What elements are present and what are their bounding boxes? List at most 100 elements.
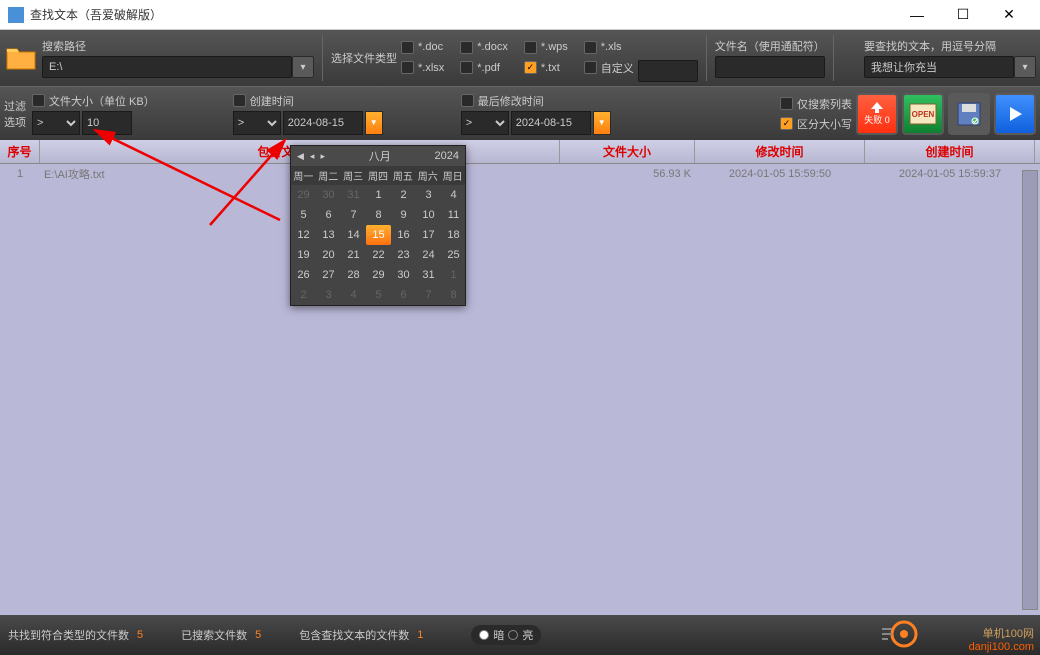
cal-day[interactable]: 5: [366, 285, 391, 305]
watermark: 单机100网 danji100.com: [969, 625, 1034, 653]
cal-prev-month-icon[interactable]: ◂: [310, 151, 315, 162]
cal-day[interactable]: 17: [416, 225, 441, 245]
play-button[interactable]: [994, 93, 1036, 135]
cal-day[interactable]: 6: [391, 285, 416, 305]
radio-light[interactable]: [508, 630, 518, 640]
path-input[interactable]: [42, 56, 292, 78]
checkbox-only-list[interactable]: [780, 97, 793, 110]
filter-label: 过滤选项: [4, 98, 28, 130]
search-text-input[interactable]: [864, 56, 1014, 78]
mtime-compare-select[interactable]: >: [461, 111, 509, 135]
cal-day[interactable]: 25: [441, 245, 466, 265]
cal-weekday: 周一: [291, 166, 316, 185]
fail-button[interactable]: 失败 0: [856, 93, 898, 135]
col-ctime[interactable]: 创建时间: [865, 140, 1035, 163]
calendar-popup[interactable]: ◀ ◂ ▸ 八月 2024 周一周二周三周四周五周六周日 29303112345…: [290, 145, 466, 306]
mtime-date-input[interactable]: [511, 111, 591, 135]
contain-count: 1: [417, 629, 423, 641]
search-text-dropdown[interactable]: ▾: [1014, 56, 1036, 78]
cal-day[interactable]: 30: [391, 265, 416, 285]
cal-day[interactable]: 19: [291, 245, 316, 265]
checkbox-wps[interactable]: [524, 41, 537, 54]
cal-day[interactable]: 2: [391, 185, 416, 205]
close-button[interactable]: ✕: [986, 0, 1032, 30]
checkbox-ctime-filter[interactable]: [233, 94, 246, 107]
table-header: 序号 包含文本的文件 文件大小 修改时间 创建时间: [0, 140, 1040, 164]
cal-day[interactable]: 26: [291, 265, 316, 285]
checkbox-custom[interactable]: [584, 61, 597, 74]
cal-day[interactable]: 3: [416, 185, 441, 205]
col-mtime[interactable]: 修改时间: [695, 140, 865, 163]
cal-day[interactable]: 21: [341, 245, 366, 265]
save-button[interactable]: [948, 93, 990, 135]
theme-toggle[interactable]: 暗 亮: [471, 625, 541, 645]
cal-next-month-icon[interactable]: ▸: [320, 151, 325, 162]
cal-day[interactable]: 30: [316, 185, 341, 205]
open-button[interactable]: OPEN: [902, 93, 944, 135]
cal-day[interactable]: 6: [316, 205, 341, 225]
cal-day[interactable]: 8: [441, 285, 466, 305]
filetype-label: 选择文件类型: [331, 50, 397, 66]
ctime-date-picker-button[interactable]: ▼: [365, 111, 383, 135]
checkbox-txt[interactable]: [524, 61, 537, 74]
checkbox-pdf[interactable]: [460, 61, 473, 74]
cal-day[interactable]: 11: [441, 205, 466, 225]
cal-day[interactable]: 8: [366, 205, 391, 225]
cal-day[interactable]: 29: [291, 185, 316, 205]
cal-day[interactable]: 29: [366, 265, 391, 285]
folder-icon[interactable]: [4, 41, 38, 75]
cal-day[interactable]: 28: [341, 265, 366, 285]
radio-dark[interactable]: [479, 630, 489, 640]
checkbox-docx[interactable]: [460, 41, 473, 54]
cal-day[interactable]: 31: [341, 185, 366, 205]
cal-day[interactable]: 31: [416, 265, 441, 285]
checkbox-mtime-filter[interactable]: [461, 94, 474, 107]
col-size[interactable]: 文件大小: [560, 140, 695, 163]
cal-day[interactable]: 12: [291, 225, 316, 245]
search-text-label: 要查找的文本，用逗号分隔: [864, 38, 1036, 54]
path-dropdown-button[interactable]: ▾: [292, 56, 314, 78]
cal-day[interactable]: 24: [416, 245, 441, 265]
cal-day[interactable]: 7: [416, 285, 441, 305]
vertical-scrollbar[interactable]: [1022, 170, 1038, 610]
cal-day[interactable]: 16: [391, 225, 416, 245]
cal-day[interactable]: 2: [291, 285, 316, 305]
ctime-compare-select[interactable]: >: [233, 111, 281, 135]
size-value-input[interactable]: [82, 111, 132, 135]
checkbox-case-sensitive[interactable]: [780, 117, 793, 130]
checkbox-doc[interactable]: [401, 41, 414, 54]
filename-input[interactable]: [715, 56, 825, 78]
checkbox-xlsx[interactable]: [401, 61, 414, 74]
cal-day[interactable]: 15: [366, 225, 391, 245]
cal-prev-year-icon[interactable]: ◀: [297, 151, 304, 162]
cal-day[interactable]: 13: [316, 225, 341, 245]
size-compare-select[interactable]: >: [32, 111, 80, 135]
cal-day[interactable]: 18: [441, 225, 466, 245]
cal-day[interactable]: 5: [291, 205, 316, 225]
cal-day[interactable]: 9: [391, 205, 416, 225]
cal-day[interactable]: 7: [341, 205, 366, 225]
ctime-date-input[interactable]: [283, 111, 363, 135]
cal-day[interactable]: 4: [441, 185, 466, 205]
cal-day[interactable]: 20: [316, 245, 341, 265]
table-row[interactable]: 1 E:\AI攻略.txt 56.93 K 2024-01-05 15:59:5…: [0, 164, 1040, 184]
cal-day[interactable]: 14: [341, 225, 366, 245]
cal-day[interactable]: 23: [391, 245, 416, 265]
checkbox-xls[interactable]: [584, 41, 597, 54]
cal-day[interactable]: 27: [316, 265, 341, 285]
checkbox-size-filter[interactable]: [32, 94, 45, 107]
cal-day[interactable]: 4: [341, 285, 366, 305]
maximize-button[interactable]: ☐: [940, 0, 986, 30]
minimize-button[interactable]: —: [894, 0, 940, 30]
col-seq[interactable]: 序号: [0, 140, 40, 163]
watermark-logo-icon: [874, 619, 920, 649]
cal-day[interactable]: 22: [366, 245, 391, 265]
cal-day[interactable]: 3: [316, 285, 341, 305]
cal-day[interactable]: 1: [366, 185, 391, 205]
mtime-date-picker-button[interactable]: ▼: [593, 111, 611, 135]
cal-day[interactable]: 1: [441, 265, 466, 285]
cal-weekday: 周二: [316, 166, 341, 185]
cal-day[interactable]: 10: [416, 205, 441, 225]
open-icon: OPEN: [908, 102, 938, 126]
custom-ext-input[interactable]: [638, 60, 698, 82]
